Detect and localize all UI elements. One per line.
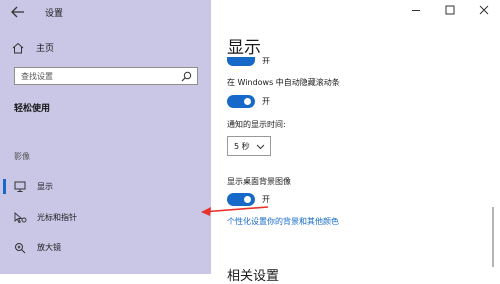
maximize-icon[interactable] — [444, 4, 456, 16]
vertical-scrollbar[interactable] — [492, 207, 494, 267]
magnifier-icon — [15, 243, 26, 254]
top-toggle-state: 开 — [262, 57, 270, 64]
monitor-icon — [14, 181, 26, 192]
related-settings-heading: 相关设置 — [227, 269, 280, 284]
notification-time-label: 通知的显示时间: — [227, 120, 286, 129]
sidebar-item-label: 放大镜 — [37, 243, 61, 252]
minimize-icon[interactable] — [410, 4, 422, 16]
top-toggle[interactable] — [227, 57, 255, 66]
sidebar-item-label: 显示 — [37, 182, 53, 191]
desktop-background-label: 显示桌面背景图像 — [227, 177, 291, 186]
home-nav-item[interactable]: 主页 — [10, 40, 200, 56]
home-label: 主页 — [36, 44, 55, 54]
annotation-arrow — [201, 206, 269, 216]
page-title: 显示 — [227, 38, 261, 58]
search-icon[interactable] — [181, 71, 192, 82]
window-title: 设置 — [45, 9, 64, 19]
notification-time-value: 5 秒 — [234, 142, 250, 151]
sidebar-item-cursor-pointer[interactable]: 光标和指针 — [0, 209, 211, 227]
sidebar-item-label: 光标和指针 — [37, 213, 77, 222]
group-label: 影像 — [14, 152, 30, 161]
arrow-left-icon — [11, 6, 24, 18]
section-title: 轻松使用 — [14, 104, 51, 114]
toggle-knob — [244, 98, 251, 105]
selected-indicator — [3, 179, 6, 194]
back-button[interactable] — [8, 4, 28, 20]
sidebar: 设置 主页 查找设置 轻松使用 影像 显示 光标和指针 放大镜 — [0, 0, 211, 274]
notification-time-dropdown[interactable]: 5 秒 — [227, 136, 271, 156]
close-icon[interactable] — [478, 4, 490, 16]
scrollbar-toggle[interactable] — [227, 95, 255, 108]
sidebar-item-magnifier[interactable]: 放大镜 — [0, 239, 211, 257]
toggle-knob — [244, 196, 251, 203]
window-controls — [400, 0, 500, 20]
chevron-down-icon — [256, 144, 265, 150]
sidebar-item-display[interactable]: 显示 — [0, 178, 211, 196]
home-icon — [12, 42, 24, 54]
scrollbar-setting-label: 在 Windows 中自动隐藏滚动条 — [227, 78, 340, 87]
scrollbar-toggle-state: 开 — [262, 97, 270, 106]
search-box[interactable]: 查找设置 — [14, 67, 198, 85]
desktop-background-state: 开 — [262, 195, 270, 204]
cursor-pointer-icon — [14, 212, 27, 224]
search-input[interactable]: 查找设置 — [21, 71, 53, 82]
main-panel: 显示 开 在 Windows 中自动隐藏滚动条 开 通知的显示时间: 5 秒 显… — [211, 0, 500, 284]
